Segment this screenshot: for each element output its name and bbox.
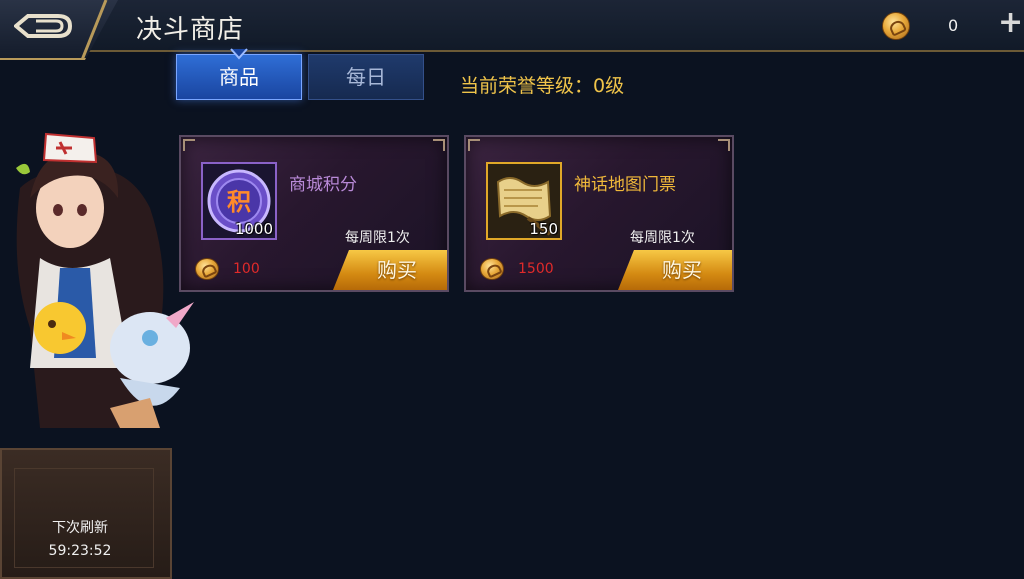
item-count: 150 [529,220,558,238]
active-tab-caret-icon [230,48,248,60]
shop-item-card: 150 神话地图门票 每周限1次 1500 购买 [464,135,734,292]
honor-level: 当前荣誉等级：0级 [460,75,625,97]
mall-points-glyph: 积 [227,188,251,216]
item-name: 神话地图门票 [574,175,676,195]
gold-coin-icon [882,12,910,40]
item-price: 100 [233,261,260,277]
tab-daily-label: 每日 [346,65,386,89]
add-currency-button[interactable]: + [998,8,1023,38]
refresh-label: 下次刷新 [52,520,108,536]
item-count: 1000 [234,220,273,238]
tab-goods-label: 商品 [219,65,259,89]
item-name: 商城积分 [289,175,357,195]
item-thumbnail[interactable]: 150 [486,162,562,240]
shopkeeper-character-illustration [16,132,194,428]
tab-goods[interactable]: 商品 [176,48,302,100]
tab-daily[interactable]: 每日 [308,54,424,100]
buy-button[interactable]: 购买 [618,250,732,290]
back-arrow-icon [14,14,72,38]
refresh-panel [0,448,172,579]
refresh-countdown: 59:23:52 [48,543,112,559]
currency-amount: 0 [948,16,959,35]
header-divider [80,0,108,60]
purchase-limit: 每周限1次 [345,230,410,246]
buy-button[interactable]: 购买 [333,250,447,290]
item-price: 1500 [518,261,554,277]
purchase-limit: 每周限1次 [630,230,695,246]
item-thumbnail[interactable]: 积 1000 [201,162,277,240]
shop-item-card: 积 1000 商城积分 每周限1次 100 购买 [179,135,449,292]
page-title: 决斗商店 [136,15,245,45]
gold-coin-icon [480,258,504,280]
